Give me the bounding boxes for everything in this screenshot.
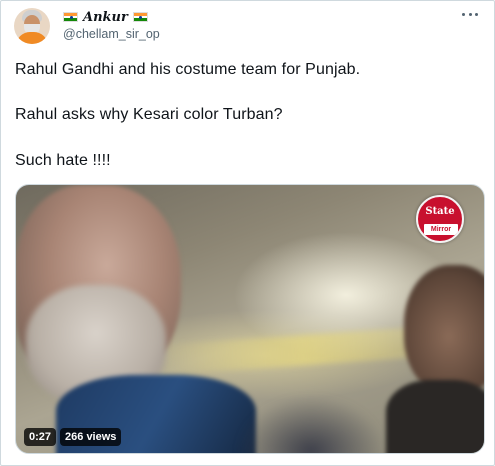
display-name[interactable]: Ankur (83, 10, 128, 25)
avatar[interactable] (14, 8, 50, 44)
india-flag-icon (132, 12, 148, 22)
more-options-icon[interactable] (462, 11, 478, 17)
tweet-header: Ankur @chellam_sir_op (63, 9, 160, 41)
watermark-logo: State Mirror (416, 195, 464, 243)
tweet-card[interactable]: Ankur @chellam_sir_op Rahul Gandhi and h… (0, 0, 495, 466)
video-info-badge: 0:27 266 views (24, 428, 122, 446)
video-frame-shadow (236, 395, 386, 453)
tweet-text-line: Such hate !!!! (15, 152, 111, 169)
video-duration: 0:27 (24, 428, 57, 446)
watermark-bottom-text: Mirror (424, 224, 458, 235)
video-person-right (404, 265, 484, 395)
name-row[interactable]: Ankur (63, 9, 160, 25)
india-flag-icon (63, 12, 78, 22)
watermark-top-text: State (425, 206, 455, 217)
video-views: 266 views (60, 428, 122, 446)
avatar-body (16, 32, 48, 44)
user-handle[interactable]: @chellam_sir_op (63, 27, 160, 41)
tweet-text-line: Rahul asks why Kesari color Turban? (15, 106, 283, 123)
video-player[interactable]: State Mirror 0:27 266 views (15, 184, 485, 454)
tweet-text-line: Rahul Gandhi and his costume team for Pu… (15, 61, 361, 78)
video-person-right-body (386, 380, 484, 453)
